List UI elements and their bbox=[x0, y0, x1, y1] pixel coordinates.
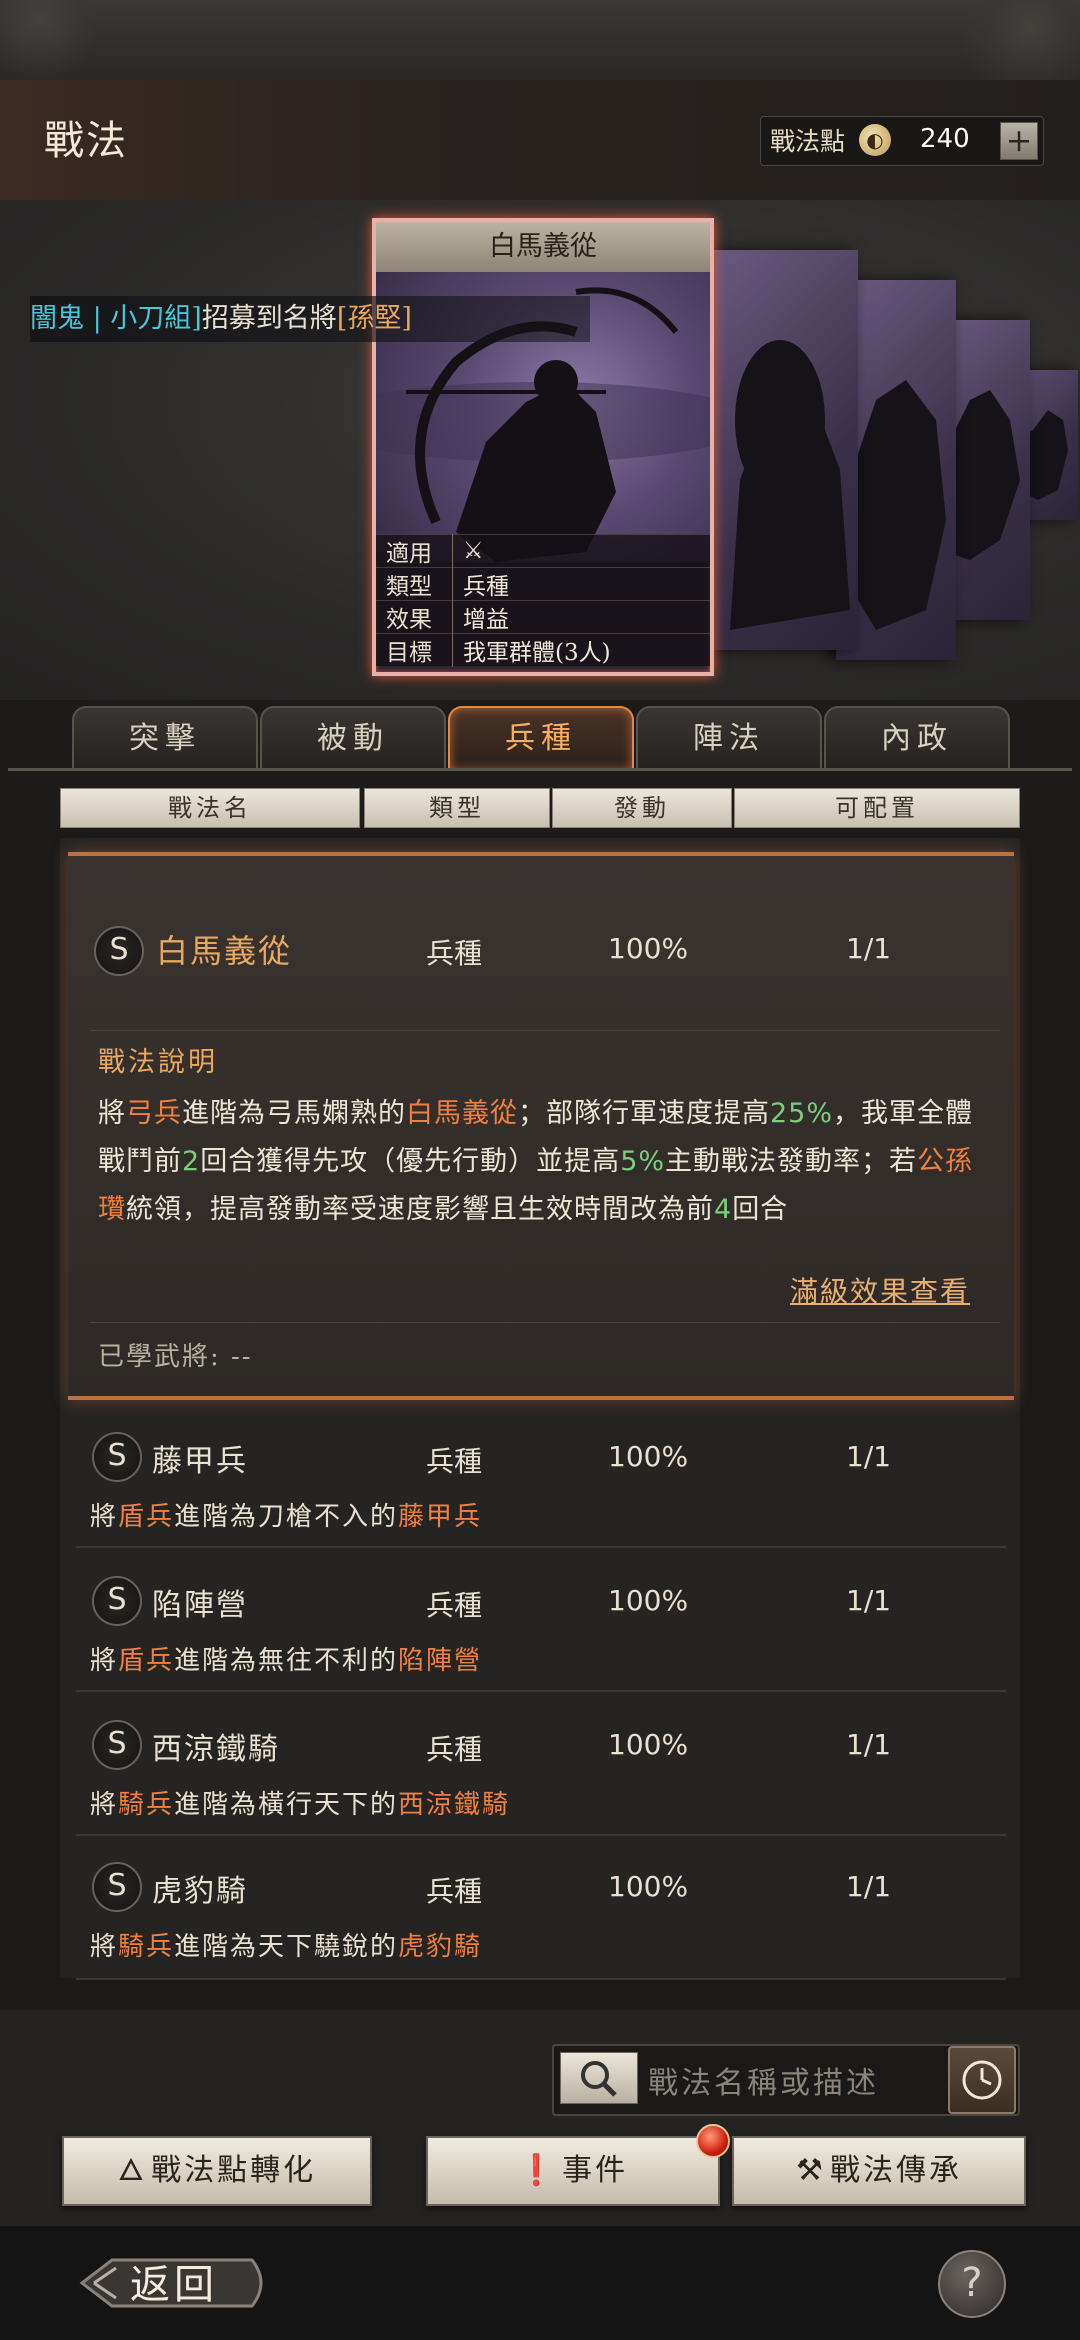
tactic-name: 藤甲兵 bbox=[152, 1444, 248, 1479]
tabs-divider bbox=[8, 768, 1072, 771]
search-button[interactable] bbox=[560, 2052, 638, 2104]
card-row-type: 類型 兵種 bbox=[376, 567, 710, 601]
max-level-effect-link[interactable]: 滿級效果查看 bbox=[790, 1270, 970, 1310]
card-key: 目標 bbox=[376, 633, 453, 667]
tactic-name: 陷陣營 bbox=[152, 1588, 248, 1623]
general-name: [孫堅] bbox=[336, 303, 412, 334]
help-button[interactable]: ? bbox=[938, 2250, 1006, 2318]
tab-assault[interactable]: 突擊 bbox=[72, 706, 258, 770]
tactic-rate: 100% bbox=[608, 1584, 689, 1617]
add-points-button[interactable]: + bbox=[1000, 122, 1038, 160]
tactic-config: 1/1 bbox=[846, 932, 892, 965]
card-key: 適用 bbox=[376, 534, 453, 568]
tab-internal-affairs[interactable]: 內政 bbox=[824, 706, 1010, 770]
cloud-ornament-left bbox=[0, 0, 140, 80]
hammer-icon: ⚒ bbox=[796, 2153, 826, 2188]
divider bbox=[90, 1322, 1000, 1323]
grade-badge: S bbox=[94, 926, 144, 976]
cloud-ornament-right bbox=[920, 0, 1080, 80]
tactic-config: 1/1 bbox=[846, 1584, 892, 1617]
column-header-config[interactable]: 可配置 bbox=[734, 788, 1020, 828]
shield-soldier-silhouette-icon bbox=[730, 340, 850, 630]
grade-badge: S bbox=[92, 1432, 142, 1482]
search-icon bbox=[581, 2061, 617, 2097]
search-placeholder: 戰法名稱或描述 bbox=[648, 2066, 879, 2101]
clock-icon bbox=[962, 2060, 1002, 2100]
grade-badge: S bbox=[92, 1720, 142, 1770]
description-text: 將弓兵進階為弓馬嫻熟的白馬義從；部隊行軍速度提高25%，我軍全體戰鬥前2回合獲得… bbox=[98, 1098, 974, 1225]
flame-icon: 🜂 bbox=[117, 2153, 148, 2188]
tactic-name: 西涼鐵騎 bbox=[152, 1732, 280, 1767]
description-title: 戰法說明 bbox=[98, 1047, 218, 1078]
coin-icon: ◐ bbox=[859, 124, 891, 156]
card-row-applies: 適用 ⚔ bbox=[376, 534, 710, 568]
card-value: 增益 bbox=[463, 607, 509, 633]
card-preview-1[interactable] bbox=[710, 250, 858, 650]
column-header-rate[interactable]: 發動 bbox=[552, 788, 732, 828]
tactic-type: 兵種 bbox=[426, 937, 483, 970]
back-button[interactable]: 返回 bbox=[130, 2252, 218, 2310]
grade-badge: S bbox=[92, 1862, 142, 1912]
button-label: 戰法傳承 bbox=[829, 2153, 962, 2188]
tactic-summary: 將騎兵進階為天下驍銳的虎豹騎 bbox=[90, 1932, 483, 1962]
column-header-type[interactable]: 類型 bbox=[364, 788, 550, 828]
tactic-summary: 將騎兵進階為橫行天下的西涼鐵騎 bbox=[90, 1790, 511, 1820]
inherit-tactic-button[interactable]: ⚒ 戰法傳承 bbox=[732, 2136, 1026, 2206]
notification-dot bbox=[696, 2124, 730, 2158]
player-name: 闇鬼 | 小刀組 bbox=[30, 303, 192, 334]
card-title: 白馬義從 bbox=[376, 222, 710, 272]
convert-points-button[interactable]: 🜂 戰法點轉化 bbox=[62, 2136, 372, 2206]
tactic-rate: 100% bbox=[608, 1728, 689, 1761]
page-title: 戰法 bbox=[44, 118, 128, 164]
card-value: 兵種 bbox=[463, 574, 509, 600]
tactic-config: 1/1 bbox=[846, 1440, 892, 1473]
tactic-points-label: 戰法點 bbox=[770, 127, 846, 156]
button-label: 事件 bbox=[562, 2153, 629, 2188]
recruit-notification: 闇鬼 | 小刀組]招募到名將[孫堅] bbox=[30, 296, 590, 342]
events-button[interactable]: ❗ 事件 bbox=[426, 2136, 720, 2206]
card-key: 類型 bbox=[376, 567, 453, 601]
tactic-name: 虎豹騎 bbox=[152, 1874, 248, 1909]
crossed-weapons-icon: ⚔ bbox=[463, 538, 484, 564]
tab-passive[interactable]: 被動 bbox=[260, 706, 446, 770]
tactic-type: 兵種 bbox=[426, 1875, 483, 1908]
grade-badge: S bbox=[92, 1576, 142, 1626]
tactic-name: 白馬義從 bbox=[156, 932, 293, 970]
tactic-config: 1/1 bbox=[846, 1728, 892, 1761]
divider bbox=[90, 1030, 1000, 1031]
tactic-type: 兵種 bbox=[426, 1733, 483, 1766]
selected-tactic-card[interactable]: 白馬義從 適用 ⚔ 類型 兵種 效果 增益 目標 我軍群體(3人) bbox=[372, 218, 714, 676]
tactic-rate: 100% bbox=[608, 1870, 689, 1903]
history-button[interactable] bbox=[948, 2046, 1016, 2114]
button-label: 戰法點轉化 bbox=[151, 2153, 317, 2188]
tactic-rate: 100% bbox=[608, 1440, 689, 1473]
tactic-config: 1/1 bbox=[846, 1870, 892, 1903]
category-tabs: 突擊 被動 兵種 陣法 內政 bbox=[0, 700, 1080, 770]
top-decor-band bbox=[0, 0, 1080, 80]
card-row-effect: 效果 增益 bbox=[376, 600, 710, 634]
tactic-points-value: 240 bbox=[920, 124, 970, 154]
column-header-name[interactable]: 戰法名 bbox=[60, 788, 360, 828]
tactic-type: 兵種 bbox=[426, 1589, 483, 1622]
card-info-table: 適用 ⚔ 類型 兵種 效果 增益 目標 我軍群體(3人) bbox=[376, 534, 710, 667]
card-key: 效果 bbox=[376, 600, 453, 634]
card-row-target: 目標 我軍群體(3人) bbox=[376, 633, 710, 667]
tab-troop-type[interactable]: 兵種 bbox=[448, 706, 634, 770]
tactic-summary: 將盾兵進階為刀槍不入的藤甲兵 bbox=[90, 1502, 483, 1532]
tactic-type: 兵種 bbox=[426, 1445, 483, 1478]
tactic-rate: 100% bbox=[608, 932, 689, 965]
learned-generals: 已學武將: -- bbox=[98, 1342, 253, 1372]
card-value: 我軍群體(3人) bbox=[463, 640, 611, 666]
tactic-summary: 將盾兵進階為無往不利的陷陣營 bbox=[90, 1646, 483, 1676]
alert-icon: ❗ bbox=[517, 2153, 559, 2188]
tab-formation[interactable]: 陣法 bbox=[636, 706, 822, 770]
marquee-text: 招募到名將 bbox=[201, 303, 337, 334]
